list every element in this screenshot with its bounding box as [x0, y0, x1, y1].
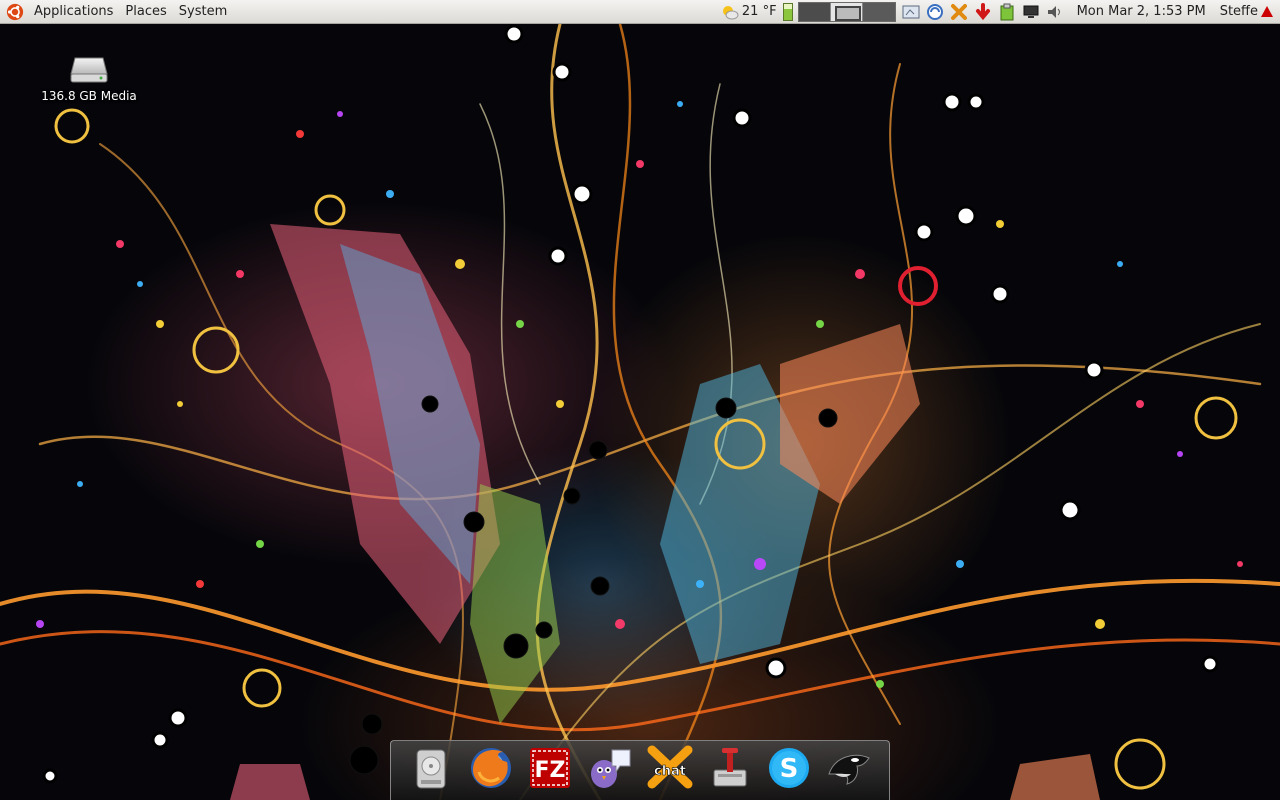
dock: FZ chat S [390, 740, 890, 800]
weather-temperature: 21 °F [741, 4, 777, 19]
show-desktop-icon[interactable] [901, 2, 921, 22]
update-icon[interactable] [973, 2, 993, 22]
skype-text: S [780, 754, 799, 784]
network-icon[interactable] [925, 2, 945, 22]
filezilla-icon: FZ [530, 748, 571, 788]
dock-item-skype[interactable]: S [764, 743, 814, 793]
hard-drive-icon [70, 57, 108, 83]
desktop-wallpaper [0, 24, 1280, 800]
hard-drive-icon [416, 749, 446, 789]
panel-tray: 21 °F Mon Mar 2, 1:53 PM Steffe [717, 0, 1280, 24]
workspace-2[interactable] [830, 2, 863, 21]
battery-icon[interactable] [782, 2, 793, 21]
user-menu[interactable]: Steffe [1214, 4, 1260, 19]
clipboard-icon[interactable] [997, 2, 1017, 22]
dock-item-hard-drive[interactable] [406, 743, 456, 793]
orca-icon [828, 754, 870, 785]
dock-item-orca[interactable] [824, 743, 874, 793]
xchat-icon: chat [647, 745, 693, 789]
filezilla-text: FZ [535, 758, 566, 783]
volume-icon[interactable] [1045, 2, 1065, 22]
dock-item-pidgin[interactable] [585, 743, 635, 793]
workspace-switcher[interactable] [797, 1, 896, 22]
applications-menu[interactable]: Applications [28, 0, 119, 24]
clock[interactable]: Mon Mar 2, 1:53 PM [1067, 4, 1214, 19]
pidgin-icon [591, 749, 631, 788]
display-icon[interactable] [1021, 2, 1041, 22]
wallpaper-art [0, 24, 1280, 800]
drive-label: 136.8 GB Media [41, 89, 137, 103]
xchat-text: chat [654, 764, 686, 779]
panel-menus: Applications Places System [0, 0, 233, 24]
ubuntu-logo-icon[interactable] [6, 3, 24, 21]
weather-icon [722, 5, 739, 19]
workspace-3[interactable] [862, 2, 895, 21]
top-panel: Applications Places System 21 °F Mon Mar… [0, 0, 1280, 24]
alert-icon[interactable] [1260, 5, 1274, 18]
workspace-1[interactable] [798, 2, 831, 21]
weather-applet[interactable]: 21 °F [717, 4, 781, 20]
desktop-drive-icon[interactable]: 136.8 GB Media [34, 54, 144, 103]
dock-item-firefox[interactable] [466, 743, 516, 793]
system-menu[interactable]: System [173, 0, 233, 24]
skype-icon: S [769, 748, 810, 788]
dock-item-transmission[interactable] [705, 743, 755, 793]
dock-item-filezilla[interactable]: FZ [525, 743, 575, 793]
dock-item-xchat[interactable]: chat [645, 743, 695, 793]
transmission-icon [713, 748, 747, 787]
firefox-icon [470, 748, 511, 788]
tools-icon[interactable] [949, 2, 969, 22]
places-menu[interactable]: Places [119, 0, 172, 24]
